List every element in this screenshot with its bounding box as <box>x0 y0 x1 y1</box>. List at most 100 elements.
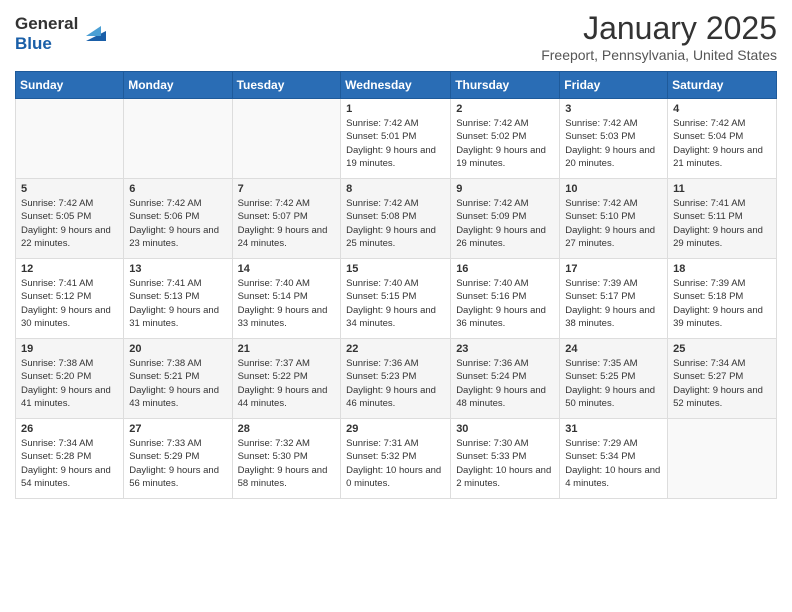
calendar-cell: 7 Sunrise: 7:42 AM Sunset: 5:07 PM Daylig… <box>232 179 341 259</box>
calendar-week-row: 1Sunrise: 7:42 AM Sunset: 5:01 PM Daylig… <box>16 99 777 179</box>
logo-icon <box>81 16 111 46</box>
calendar-cell: 12 Sunrise: 7:41 AM Sunset: 5:12 PM Dayli… <box>16 259 124 339</box>
calendar-cell: 1Sunrise: 7:42 AM Sunset: 5:01 PM Daylig… <box>341 99 451 179</box>
day-number: 22 <box>346 343 445 355</box>
day-info: Sunrise: 7:32 AM Sunset: 5:30 PM Dayligh… <box>238 437 336 490</box>
day-info: Sunrise: 7:36 AM Sunset: 5:24 PM Dayligh… <box>456 357 554 410</box>
day-number: 5 <box>21 183 118 195</box>
title-block: January 2025 Freeport, Pennsylvania, Uni… <box>541 10 777 63</box>
day-info: Sunrise: 7:38 AM Sunset: 5:20 PM Dayligh… <box>21 357 118 410</box>
day-number: 20 <box>129 343 226 355</box>
day-number: 3 <box>565 103 662 115</box>
calendar-header-row: Sunday Monday Tuesday Wednesday Thursday… <box>16 72 777 99</box>
day-number: 13 <box>129 263 226 275</box>
calendar-cell: 16Sunrise: 7:40 AM Sunset: 5:16 PM Dayli… <box>451 259 560 339</box>
col-sunday: Sunday <box>16 72 124 99</box>
day-number: 15 <box>346 263 445 275</box>
calendar-cell: 9Sunrise: 7:42 AM Sunset: 5:09 PM Daylig… <box>451 179 560 259</box>
day-number: 17 <box>565 263 662 275</box>
day-number: 7 <box>238 183 336 195</box>
calendar-cell: 25Sunrise: 7:34 AM Sunset: 5:27 PM Dayli… <box>668 339 777 419</box>
day-number: 4 <box>673 103 771 115</box>
calendar-week-row: 5 Sunrise: 7:42 AM Sunset: 5:05 PM Daylig… <box>16 179 777 259</box>
day-number: 28 <box>238 423 336 435</box>
day-info: Sunrise: 7:42 AM Sunset: 5:02 PM Dayligh… <box>456 117 554 170</box>
day-number: 27 <box>129 423 226 435</box>
day-number: 29 <box>346 423 445 435</box>
col-thursday: Thursday <box>451 72 560 99</box>
calendar-cell: 18Sunrise: 7:39 AM Sunset: 5:18 PM Dayli… <box>668 259 777 339</box>
day-info: Sunrise: 7:33 AM Sunset: 5:29 PM Dayligh… <box>129 437 226 490</box>
day-number: 26 <box>21 423 118 435</box>
calendar-cell <box>16 99 124 179</box>
calendar-cell: 26 Sunrise: 7:34 AM Sunset: 5:28 PM Dayli… <box>16 419 124 499</box>
day-number: 18 <box>673 263 771 275</box>
month-title: January 2025 <box>541 10 777 47</box>
day-number: 2 <box>456 103 554 115</box>
day-info: Sunrise: 7:34 AM Sunset: 5:28 PM Dayligh… <box>21 437 118 490</box>
calendar-cell: 14Sunrise: 7:40 AM Sunset: 5:14 PM Dayli… <box>232 259 341 339</box>
day-number: 6 <box>129 183 226 195</box>
day-number: 12 <box>21 263 118 275</box>
day-info: Sunrise: 7:30 AM Sunset: 5:33 PM Dayligh… <box>456 437 554 490</box>
calendar-cell <box>668 419 777 499</box>
day-number: 21 <box>238 343 336 355</box>
calendar-cell: 8Sunrise: 7:42 AM Sunset: 5:08 PM Daylig… <box>341 179 451 259</box>
page-header: General Blue January 2025 Freeport, Penn… <box>15 10 777 63</box>
col-friday: Friday <box>560 72 668 99</box>
calendar-cell: 29 Sunrise: 7:31 AM Sunset: 5:32 PM Dayli… <box>341 419 451 499</box>
day-info: Sunrise: 7:29 AM Sunset: 5:34 PM Dayligh… <box>565 437 662 490</box>
calendar-cell: 31Sunrise: 7:29 AM Sunset: 5:34 PM Dayli… <box>560 419 668 499</box>
calendar-cell: 4 Sunrise: 7:42 AM Sunset: 5:04 PM Daylig… <box>668 99 777 179</box>
day-info: Sunrise: 7:31 AM Sunset: 5:32 PM Dayligh… <box>346 437 445 490</box>
calendar-cell: 21 Sunrise: 7:37 AM Sunset: 5:22 PM Dayli… <box>232 339 341 419</box>
calendar-cell: 13 Sunrise: 7:41 AM Sunset: 5:13 PM Dayli… <box>124 259 232 339</box>
day-info: Sunrise: 7:36 AM Sunset: 5:23 PM Dayligh… <box>346 357 445 410</box>
day-info: Sunrise: 7:42 AM Sunset: 5:01 PM Dayligh… <box>346 117 445 170</box>
day-info: Sunrise: 7:38 AM Sunset: 5:21 PM Dayligh… <box>129 357 226 410</box>
day-info: Sunrise: 7:42 AM Sunset: 5:05 PM Dayligh… <box>21 197 118 250</box>
day-number: 11 <box>673 183 771 195</box>
day-info: Sunrise: 7:41 AM Sunset: 5:12 PM Dayligh… <box>21 277 118 330</box>
calendar-cell: 20 Sunrise: 7:38 AM Sunset: 5:21 PM Dayli… <box>124 339 232 419</box>
day-number: 14 <box>238 263 336 275</box>
calendar-cell <box>124 99 232 179</box>
day-number: 23 <box>456 343 554 355</box>
logo-general: General <box>15 14 78 34</box>
col-wednesday: Wednesday <box>341 72 451 99</box>
calendar-cell: 19 Sunrise: 7:38 AM Sunset: 5:20 PM Dayli… <box>16 339 124 419</box>
day-number: 24 <box>565 343 662 355</box>
calendar-cell: 2 Sunrise: 7:42 AM Sunset: 5:02 PM Daylig… <box>451 99 560 179</box>
calendar-cell: 3 Sunrise: 7:42 AM Sunset: 5:03 PM Daylig… <box>560 99 668 179</box>
location-label: Freeport, Pennsylvania, United States <box>541 47 777 63</box>
day-number: 19 <box>21 343 118 355</box>
page-container: General Blue January 2025 Freeport, Penn… <box>0 0 792 509</box>
calendar-cell: 30 Sunrise: 7:30 AM Sunset: 5:33 PM Dayli… <box>451 419 560 499</box>
day-info: Sunrise: 7:42 AM Sunset: 5:07 PM Dayligh… <box>238 197 336 250</box>
day-info: Sunrise: 7:39 AM Sunset: 5:17 PM Dayligh… <box>565 277 662 330</box>
day-info: Sunrise: 7:40 AM Sunset: 5:16 PM Dayligh… <box>456 277 554 330</box>
calendar-cell: 22 Sunrise: 7:36 AM Sunset: 5:23 PM Dayli… <box>341 339 451 419</box>
calendar-week-row: 19 Sunrise: 7:38 AM Sunset: 5:20 PM Dayli… <box>16 339 777 419</box>
calendar-cell: 5 Sunrise: 7:42 AM Sunset: 5:05 PM Daylig… <box>16 179 124 259</box>
calendar-cell <box>232 99 341 179</box>
calendar-cell: 27 Sunrise: 7:33 AM Sunset: 5:29 PM Dayli… <box>124 419 232 499</box>
logo: General Blue <box>15 14 111 53</box>
day-info: Sunrise: 7:42 AM Sunset: 5:04 PM Dayligh… <box>673 117 771 170</box>
day-number: 30 <box>456 423 554 435</box>
calendar-cell: 15 Sunrise: 7:40 AM Sunset: 5:15 PM Dayli… <box>341 259 451 339</box>
day-info: Sunrise: 7:40 AM Sunset: 5:15 PM Dayligh… <box>346 277 445 330</box>
calendar-cell: 28 Sunrise: 7:32 AM Sunset: 5:30 PM Dayli… <box>232 419 341 499</box>
col-saturday: Saturday <box>668 72 777 99</box>
day-number: 8 <box>346 183 445 195</box>
day-info: Sunrise: 7:41 AM Sunset: 5:13 PM Dayligh… <box>129 277 226 330</box>
day-info: Sunrise: 7:42 AM Sunset: 5:09 PM Dayligh… <box>456 197 554 250</box>
calendar-cell: 23 Sunrise: 7:36 AM Sunset: 5:24 PM Dayli… <box>451 339 560 419</box>
day-info: Sunrise: 7:42 AM Sunset: 5:06 PM Dayligh… <box>129 197 226 250</box>
day-info: Sunrise: 7:41 AM Sunset: 5:11 PM Dayligh… <box>673 197 771 250</box>
day-info: Sunrise: 7:42 AM Sunset: 5:03 PM Dayligh… <box>565 117 662 170</box>
day-info: Sunrise: 7:37 AM Sunset: 5:22 PM Dayligh… <box>238 357 336 410</box>
calendar-cell: 11 Sunrise: 7:41 AM Sunset: 5:11 PM Dayli… <box>668 179 777 259</box>
calendar-table: Sunday Monday Tuesday Wednesday Thursday… <box>15 71 777 499</box>
calendar-cell: 17 Sunrise: 7:39 AM Sunset: 5:17 PM Dayli… <box>560 259 668 339</box>
